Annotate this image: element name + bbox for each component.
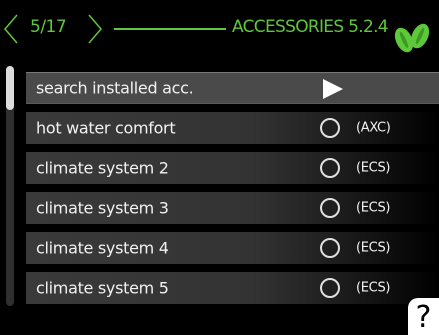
play-arrow-icon — [323, 79, 343, 99]
menu-item-label: search installed acc. — [36, 78, 194, 98]
radio-unchecked-icon[interactable] — [320, 278, 340, 298]
menu-item-climate-system-2[interactable]: climate system 2 (ECS) — [26, 152, 439, 184]
menu-item-hot-water-comfort[interactable]: hot water comfort (AXC) — [26, 112, 439, 144]
help-button[interactable]: ? — [408, 298, 439, 335]
leaf-icon — [394, 23, 430, 53]
menu-item-search-installed[interactable]: search installed acc. — [26, 72, 439, 104]
accessory-tag: (ECS) — [356, 160, 391, 176]
menu-item-label: climate system 2 — [36, 158, 169, 178]
accessory-tag: (ECS) — [356, 240, 391, 256]
menu-item-label: climate system 5 — [36, 278, 169, 298]
radio-unchecked-icon[interactable] — [320, 158, 340, 178]
chevron-left-icon[interactable] — [4, 14, 18, 44]
page-title: ACCESSORIES 5.2.4 — [232, 17, 389, 37]
help-icon: ? — [415, 299, 432, 335]
header-divider — [114, 28, 226, 30]
chevron-right-icon[interactable] — [88, 14, 102, 44]
menu-item-climate-system-3[interactable]: climate system 3 (ECS) — [26, 192, 439, 224]
radio-unchecked-icon[interactable] — [320, 198, 340, 218]
accessory-tag: (AXC) — [356, 120, 391, 136]
accessory-tag: (ECS) — [356, 200, 391, 216]
page-counter: 5/17 — [30, 17, 67, 37]
radio-unchecked-icon[interactable] — [320, 118, 340, 138]
menu-item-label: climate system 3 — [36, 198, 169, 218]
menu-item-climate-system-4[interactable]: climate system 4 (ECS) — [26, 232, 439, 264]
scrollbar-thumb[interactable] — [6, 66, 14, 110]
menu-item-label: hot water comfort — [36, 118, 176, 138]
radio-unchecked-icon[interactable] — [320, 238, 340, 258]
header: 5/17 ACCESSORIES 5.2.4 — [0, 0, 439, 58]
accessory-tag: (ECS) — [356, 280, 391, 296]
menu-item-label: climate system 4 — [36, 238, 169, 258]
menu-item-climate-system-5[interactable]: climate system 5 (ECS) — [26, 272, 439, 304]
